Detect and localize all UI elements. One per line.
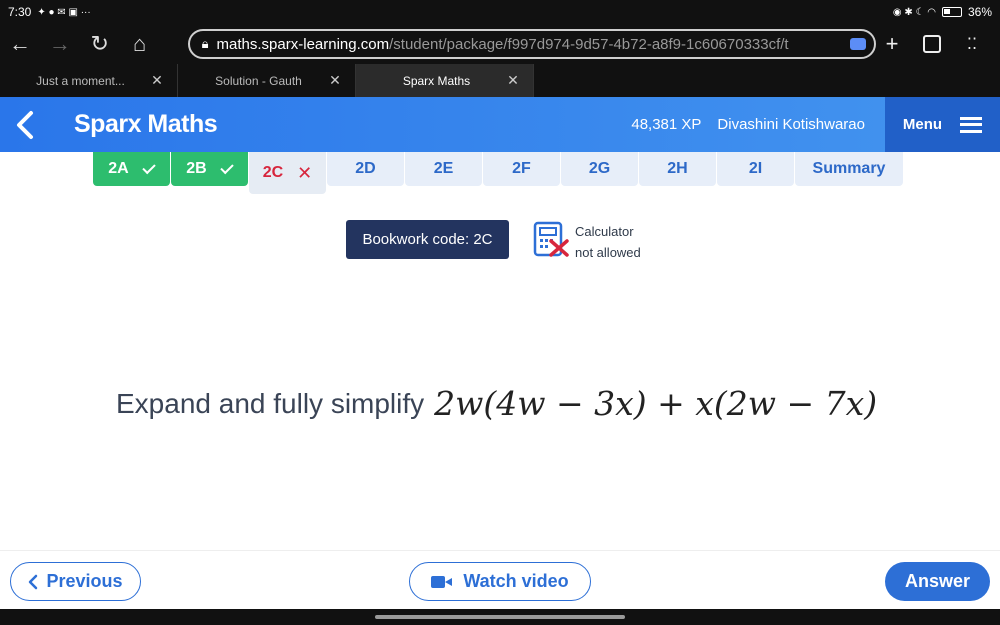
- user-name: Divashini Kotishwarao: [717, 116, 865, 133]
- url-text: maths.sparx-learning.com/student/package…: [216, 35, 789, 53]
- system-status-bar: 7:30 ⁣✦ ● ✉ ▣ ··· ◉ ✱ ☾ ◠ 36%: [0, 0, 1000, 24]
- question: Expand and fully simplify 2w(4w − 3x) + …: [116, 384, 976, 423]
- check-icon: [220, 160, 234, 174]
- menu-button[interactable]: Menu: [885, 97, 1000, 152]
- task-tab-2h[interactable]: 2H: [639, 152, 716, 186]
- battery-level: 36%: [967, 5, 992, 19]
- system-tray-icons: ◉ ✱ ☾ ◠: [892, 6, 936, 18]
- lock-icon: 🔒︎: [201, 36, 209, 51]
- menu-label: Menu: [902, 116, 943, 133]
- address-bar[interactable]: 🔒︎ maths.sparx-learning.com/student/pack…: [187, 29, 877, 59]
- task-tab-2g[interactable]: 2G: [561, 152, 638, 186]
- question-text: Expand and fully simplify: [116, 387, 425, 419]
- tab-switcher-icon: [923, 35, 942, 53]
- close-tab-icon[interactable]: ✕: [505, 72, 521, 89]
- more-options-icon[interactable]: ⁚⁚: [956, 28, 988, 60]
- status-time: 7:30: [8, 5, 32, 19]
- notification-icons: ⁣✦ ● ✉ ▣ ···: [37, 6, 91, 18]
- question-expression: 2w(4w − 3x) + x(2w − 7x): [434, 384, 878, 423]
- xp-counter: 48,381 XP: [631, 116, 702, 133]
- system-navigation-bar: [0, 609, 1000, 625]
- task-tab-2b[interactable]: 2B: [171, 152, 248, 186]
- previous-button[interactable]: Previous: [10, 562, 141, 601]
- reload-icon[interactable]: ↻: [80, 24, 120, 64]
- app-title: Sparx Maths: [74, 110, 218, 138]
- task-tab-2d[interactable]: 2D: [327, 152, 404, 186]
- app-header: Sparx Maths 48,381 XP Divashini Kotishwa…: [0, 97, 1000, 152]
- chevron-left-icon: [29, 574, 38, 589]
- cross-icon: ✕: [297, 162, 313, 183]
- calculator-not-allowed-icon: [533, 221, 569, 257]
- battery-icon: [941, 7, 962, 17]
- calculator-status: Calculator not allowed: [575, 224, 641, 260]
- tab-group-icon[interactable]: [850, 38, 867, 50]
- task-tabs: 2A 2B 2C ✕ 2D 2E 2F 2G 2H 2I Summary: [93, 152, 903, 194]
- tab-switcher-button[interactable]: [916, 28, 948, 60]
- divider: [0, 550, 1000, 551]
- task-tab-2e[interactable]: 2E: [405, 152, 482, 186]
- answer-button[interactable]: Answer: [885, 562, 990, 601]
- new-tab-plus-icon[interactable]: +: [876, 28, 908, 60]
- task-tab-2i[interactable]: 2I: [717, 152, 794, 186]
- browser-tab-active[interactable]: Sparx Maths ✕: [356, 64, 534, 97]
- bookwork-code-badge[interactable]: Bookwork code: 2C: [346, 220, 509, 259]
- browser-tab[interactable]: Solution - Gauth ✕: [178, 64, 356, 97]
- video-camera-icon: [431, 575, 453, 589]
- home-icon[interactable]: ⌂: [120, 24, 160, 64]
- browser-toolbar: ← → ↻ ⌂ 🔒︎ maths.sparx-learning.com/stud…: [0, 24, 1000, 64]
- gesture-handle[interactable]: [375, 615, 625, 619]
- browser-tab-strip: Just a moment... ✕ Solution - Gauth ✕ Sp…: [0, 64, 1000, 97]
- task-tab-summary[interactable]: Summary: [795, 152, 903, 186]
- task-tab-2c[interactable]: 2C ✕: [249, 152, 326, 194]
- close-tab-icon[interactable]: ✕: [149, 72, 165, 89]
- close-tab-icon[interactable]: ✕: [327, 72, 343, 89]
- watch-video-button[interactable]: Watch video: [409, 562, 591, 601]
- check-icon: [142, 160, 156, 174]
- chevron-left-icon[interactable]: [0, 97, 50, 152]
- task-tab-2f[interactable]: 2F: [483, 152, 560, 186]
- forward-arrow-icon[interactable]: →: [40, 24, 80, 64]
- hamburger-icon: [960, 116, 983, 133]
- task-tab-2a[interactable]: 2A: [93, 152, 170, 186]
- back-arrow-icon[interactable]: ←: [0, 24, 40, 64]
- browser-tab[interactable]: Just a moment... ✕: [0, 64, 178, 97]
